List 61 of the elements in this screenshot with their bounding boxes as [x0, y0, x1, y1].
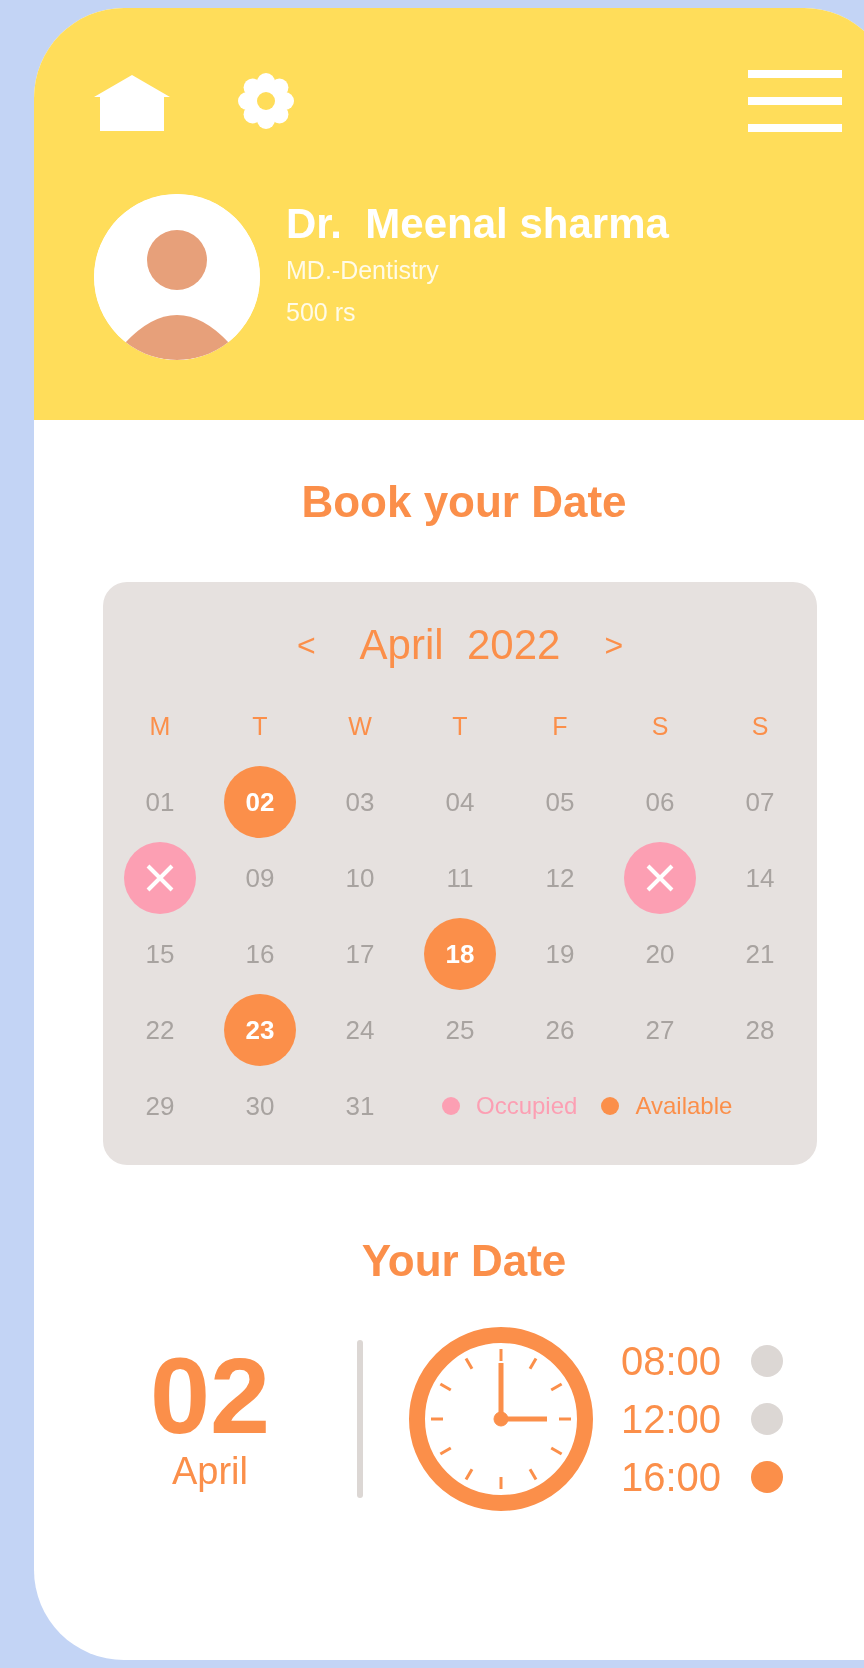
menu-icon[interactable] [748, 70, 842, 132]
calendar-day[interactable]: 01 [124, 766, 196, 838]
calendar-day[interactable]: 11 [424, 842, 496, 914]
calendar-day[interactable]: 12 [524, 842, 596, 914]
calendar-day[interactable]: 28 [724, 994, 796, 1066]
time-slot[interactable]: 12:00 [621, 1396, 722, 1442]
home-icon[interactable] [92, 73, 172, 133]
calendar-day[interactable]: 10 [324, 842, 396, 914]
clock-icon [409, 1327, 593, 1511]
legend-label: Available [635, 1092, 733, 1120]
calendar-day[interactable]: 31 [324, 1070, 396, 1142]
selected-day: 02 [149, 1344, 271, 1448]
legend-label: Occupied [476, 1092, 578, 1120]
calendar-day[interactable]: 17 [324, 918, 396, 990]
calendar-day[interactable]: 04 [424, 766, 496, 838]
time-slot-indicator[interactable] [751, 1403, 784, 1435]
time-slot[interactable]: 16:00 [621, 1454, 722, 1500]
month-title: April 2022 [359, 621, 561, 669]
calendar-day[interactable]: 03 [324, 766, 396, 838]
calendar-day[interactable]: 25 [424, 994, 496, 1066]
calendar-day[interactable]: 06 [624, 766, 696, 838]
calendar-day[interactable]: 24 [324, 994, 396, 1066]
calendar-day[interactable]: 29 [124, 1070, 196, 1142]
calendar-day[interactable]: 07 [724, 766, 796, 838]
section-title: Book your Date [300, 476, 628, 528]
calendar-day[interactable]: 05 [524, 766, 596, 838]
calendar-day[interactable]: 26 [524, 994, 596, 1066]
next-month-button[interactable]: > [598, 626, 630, 664]
calendar-day[interactable]: 19 [524, 918, 596, 990]
weekday-label: T [252, 711, 268, 741]
available-day[interactable]: 18 [424, 918, 496, 990]
calendar-day[interactable]: 21 [724, 918, 796, 990]
calendar-day[interactable]: 20 [624, 918, 696, 990]
doctor-specialty: MD.-Dentistry [286, 255, 440, 286]
time-slot-indicator[interactable] [751, 1345, 784, 1377]
selected-month: April [172, 1449, 248, 1494]
weekday-label: T [452, 711, 468, 741]
weekday-label: W [348, 711, 372, 741]
occupied-cross-icon [124, 842, 196, 914]
calendar-day[interactable]: 22 [124, 994, 196, 1066]
previous-month-button[interactable]: < [290, 626, 322, 664]
weekday-label: F [552, 711, 568, 741]
weekday-label: M [149, 711, 171, 741]
weekday-label: S [651, 711, 669, 741]
section-title: Your Date [360, 1235, 568, 1287]
time-slot-indicator[interactable] [751, 1461, 784, 1493]
calendar-day[interactable]: 15 [124, 918, 196, 990]
avatar-icon [94, 194, 260, 360]
occupied-cross-icon [624, 842, 696, 914]
calendar-day[interactable]: 16 [224, 918, 296, 990]
calendar-day[interactable]: 09 [224, 842, 296, 914]
available-day[interactable]: 23 [224, 994, 296, 1066]
settings-icon[interactable] [238, 73, 294, 129]
calendar-day[interactable]: 27 [624, 994, 696, 1066]
calendar-day[interactable]: 14 [724, 842, 796, 914]
doctor-name: Dr. Meenal sharma [286, 199, 669, 249]
available-day[interactable]: 02 [224, 766, 296, 838]
time-slot[interactable]: 08:00 [621, 1338, 722, 1384]
consultation-fee: 500 rs [286, 297, 357, 328]
calendar-day[interactable]: 30 [224, 1070, 296, 1142]
weekday-label: S [751, 711, 769, 741]
